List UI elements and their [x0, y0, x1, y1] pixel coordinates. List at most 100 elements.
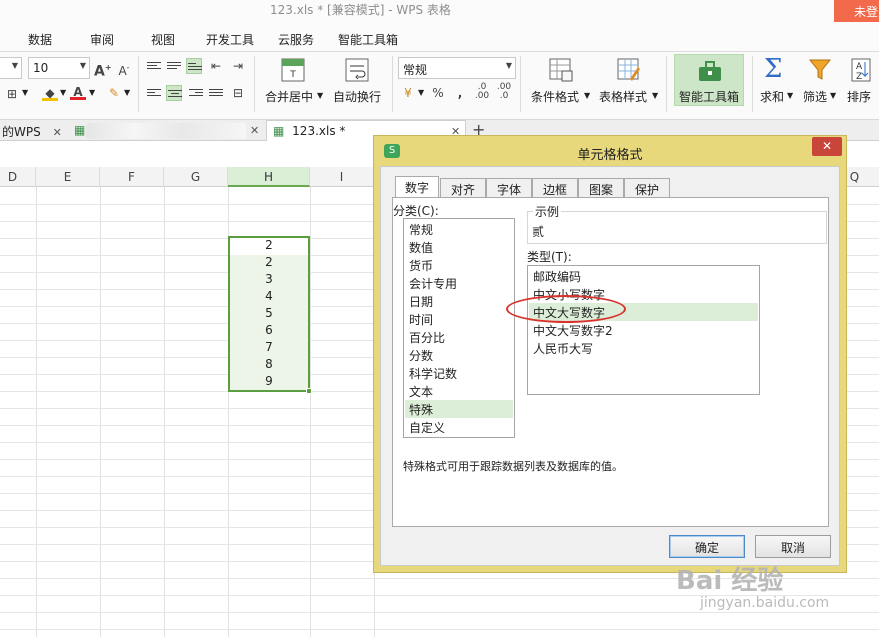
cell-h7[interactable]: 7 [230, 340, 308, 357]
border-icon[interactable]: ⊞ [4, 86, 20, 102]
smart-toolbox-button[interactable]: 智能工具箱 [674, 54, 744, 106]
align-right-icon[interactable] [188, 85, 204, 101]
cell-h6[interactable]: 6 [230, 323, 308, 340]
tab-number[interactable]: 数字 [395, 176, 439, 198]
category-list[interactable]: 常规 数值 货币 会计专用 日期 时间 百分比 分数 科学记数 文本 特殊 自定… [403, 218, 515, 438]
sum-icon[interactable]: Σ [764, 54, 782, 84]
currency-format-icon[interactable]: ¥ [400, 85, 416, 101]
doc-tab-wps[interactable]: 的WPS ✕ [0, 120, 68, 141]
menu-tab-view[interactable]: 视图 [151, 31, 175, 48]
ok-button[interactable]: 确定 [669, 535, 745, 558]
dialog-close-button[interactable]: ✕ [812, 137, 842, 156]
clear-dropdown-icon[interactable]: ▼ [124, 88, 130, 97]
tab-font[interactable]: 字体 [486, 178, 532, 197]
tab-border[interactable]: 边框 [532, 178, 578, 197]
sort-icon[interactable]: AZ [850, 57, 876, 83]
category-item[interactable]: 百分比 [405, 328, 513, 346]
category-item[interactable]: 自定义 [405, 418, 513, 436]
conditional-format-icon[interactable] [548, 57, 574, 83]
decrease-indent-icon[interactable]: ⇤ [208, 58, 224, 74]
dialog-title-bar[interactable]: S 单元格格式 ✕ [374, 136, 846, 166]
category-item[interactable]: 会计专用 [405, 274, 513, 292]
wrap-text-label[interactable]: 自动换行 [333, 88, 381, 105]
conditional-format-dropdown-icon[interactable]: ▼ [584, 91, 590, 100]
increase-decimal-icon[interactable]: .0.00 [474, 83, 490, 101]
fill-color-dropdown-icon[interactable]: ▼ [60, 88, 66, 97]
shrink-font-icon[interactable]: A- [116, 60, 132, 78]
merge-dropdown-icon[interactable]: ▼ [317, 91, 323, 100]
cell-h2[interactable]: 2 [230, 255, 308, 272]
category-item[interactable]: 时间 [405, 310, 513, 328]
grow-font-icon[interactable]: A+ [94, 60, 112, 80]
justify-icon[interactable] [208, 85, 224, 101]
category-item[interactable]: 分数 [405, 346, 513, 364]
merge-center-icon[interactable]: T [280, 57, 306, 83]
type-item[interactable]: 中文大写数字2 [529, 321, 758, 339]
sum-label[interactable]: 求和 [760, 88, 784, 105]
sum-dropdown-icon[interactable]: ▼ [787, 91, 793, 100]
decrease-decimal-icon[interactable]: .00.0 [496, 83, 512, 101]
type-item[interactable]: 邮政编码 [529, 267, 758, 285]
menu-tab-smart-toolbox[interactable]: 智能工具箱 [338, 31, 398, 48]
fill-handle[interactable] [306, 388, 312, 394]
align-middle-icon[interactable] [166, 58, 182, 74]
conditional-format-label[interactable]: 条件格式 [531, 88, 579, 105]
align-left-icon[interactable] [146, 85, 162, 101]
category-item[interactable]: 文本 [405, 382, 513, 400]
type-item[interactable]: 人民币大写 [529, 339, 758, 357]
type-list[interactable]: 邮政编码 中文小写数字 中文大写数字 中文大写数字2 人民币大写 [527, 265, 760, 395]
number-format-dropdown[interactable]: 常规 ▼ [398, 57, 516, 79]
category-item[interactable]: 日期 [405, 292, 513, 310]
thousands-separator-icon[interactable]: , [452, 85, 468, 101]
close-icon[interactable]: ✕ [250, 124, 259, 137]
percent-icon[interactable]: % [430, 85, 446, 101]
category-item[interactable]: 货币 [405, 256, 513, 274]
close-icon[interactable]: ✕ [53, 126, 62, 139]
category-item[interactable]: 常规 [405, 220, 513, 238]
wrap-text-icon[interactable] [344, 57, 370, 83]
fill-color-icon[interactable]: ◆ [42, 85, 58, 101]
tab-alignment[interactable]: 对齐 [440, 178, 486, 197]
login-button[interactable]: 未登 [834, 0, 879, 22]
filter-dropdown-icon[interactable]: ▼ [830, 91, 836, 100]
sort-label[interactable]: 排序 [847, 88, 871, 105]
category-item-selected[interactable]: 特殊 [405, 400, 513, 418]
table-style-icon[interactable] [616, 57, 642, 83]
cell-h9[interactable]: 9 [230, 374, 308, 391]
tab-pattern[interactable]: 图案 [578, 178, 624, 197]
category-item[interactable]: 科学记数 [405, 364, 513, 382]
menu-tab-review[interactable]: 审阅 [90, 31, 114, 48]
table-style-dropdown-icon[interactable]: ▼ [652, 91, 658, 100]
cell-h1[interactable]: 2 [230, 238, 308, 255]
menu-tab-cloud[interactable]: 云服务 [278, 31, 314, 48]
merge-center-label[interactable]: 合并居中 [265, 88, 313, 105]
cell-h8[interactable]: 8 [230, 357, 308, 374]
filter-label[interactable]: 筛选 [803, 88, 827, 105]
font-name-dropdown[interactable]: ▼ [0, 57, 22, 79]
table-style-label[interactable]: 表格样式 [599, 88, 647, 105]
cell-h4[interactable]: 4 [230, 289, 308, 306]
currency-dropdown-icon[interactable]: ▼ [418, 88, 424, 97]
column-header-i[interactable]: I [310, 167, 374, 187]
font-size-dropdown[interactable]: 10 ▼ [28, 57, 90, 79]
align-center-icon[interactable] [166, 85, 182, 101]
font-color-icon[interactable]: A [70, 84, 86, 100]
menu-tab-developer[interactable]: 开发工具 [206, 31, 254, 48]
cell-h5[interactable]: 5 [230, 306, 308, 323]
cell-h3[interactable]: 3 [230, 272, 308, 289]
font-color-dropdown-icon[interactable]: ▼ [89, 88, 95, 97]
column-header-d[interactable]: D [0, 167, 36, 187]
cancel-button[interactable]: 取消 [755, 535, 831, 558]
tab-protection[interactable]: 保护 [624, 178, 670, 197]
column-header-g[interactable]: G [164, 167, 228, 187]
align-bottom-icon[interactable] [186, 58, 202, 74]
column-header-h[interactable]: H [228, 167, 310, 187]
distributed-icon[interactable]: ⊟ [230, 85, 246, 101]
align-top-icon[interactable] [146, 58, 162, 74]
clear-format-icon[interactable]: ✎ [106, 85, 122, 101]
increase-indent-icon[interactable]: ⇥ [230, 58, 246, 74]
column-header-f[interactable]: F [100, 167, 164, 187]
doc-tab-hidden[interactable]: ▦ ✕ [68, 120, 264, 141]
menu-tab-data[interactable]: 数据 [28, 31, 52, 48]
category-item[interactable]: 数值 [405, 238, 513, 256]
